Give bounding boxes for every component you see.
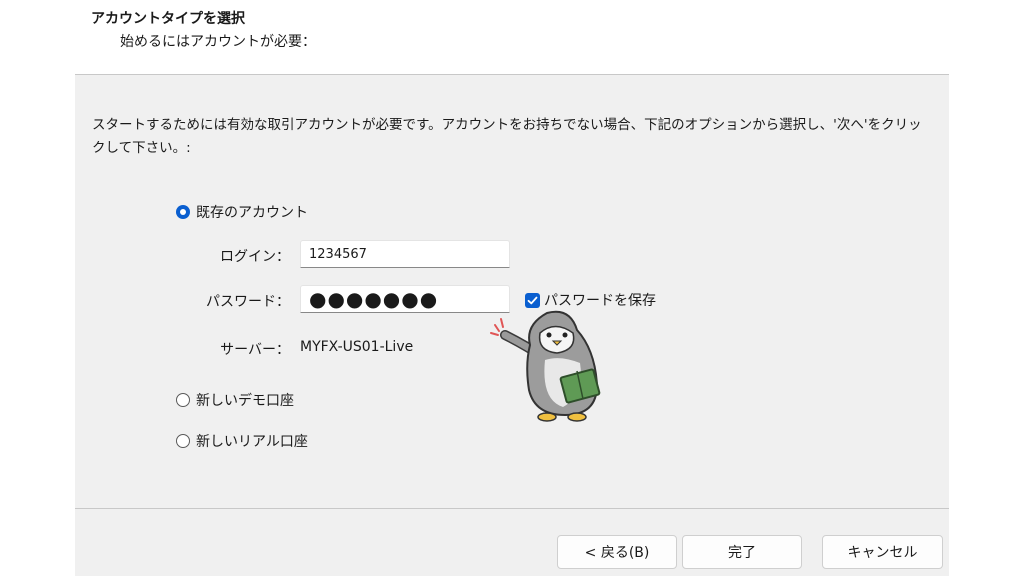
password-label: パスワード： [206, 294, 290, 310]
password-field[interactable]: ●●●●●●● [300, 285, 510, 313]
wizard-header: アカウントタイプを選択 始めるにはアカウントが必要： [0, 0, 1024, 75]
login-label: ログイン： [220, 249, 290, 265]
radio-new-demo-label: 新しいデモ口座 [196, 393, 294, 409]
footer-panel [75, 509, 949, 576]
page-title: アカウントタイプを選択 [91, 11, 245, 27]
radio-unselected-icon[interactable] [176, 393, 190, 407]
radio-new-demo[interactable]: 新しいデモ口座 [176, 390, 294, 410]
page-subtitle: 始めるにはアカウントが必要： [120, 34, 316, 50]
finish-button[interactable]: 完了 [682, 535, 802, 569]
cancel-button[interactable]: キャンセル [822, 535, 943, 569]
penguin-mascot-icon [490, 310, 601, 422]
radio-existing-account-label: 既存のアカウント [196, 205, 308, 221]
instruction-text: スタートするためには有効な取引アカウントが必要です。アカウントをお持ちでない場合… [92, 117, 922, 156]
radio-new-real[interactable]: 新しいリアル口座 [176, 431, 308, 451]
radio-new-real-label: 新しいリアル口座 [196, 434, 308, 450]
server-label: サーバー： [220, 342, 290, 358]
radio-unselected-icon[interactable] [176, 434, 190, 448]
radio-selected-icon[interactable] [176, 205, 190, 219]
login-field[interactable]: 1234567 [300, 240, 510, 268]
login-value: 1234567 [309, 246, 367, 262]
server-value: MYFX-US01-Live [300, 339, 414, 355]
radio-existing-account[interactable]: 既存のアカウント [176, 202, 308, 222]
back-button[interactable]: < 戻る(B) [557, 535, 677, 569]
password-value: ●●●●●●● [309, 287, 439, 311]
